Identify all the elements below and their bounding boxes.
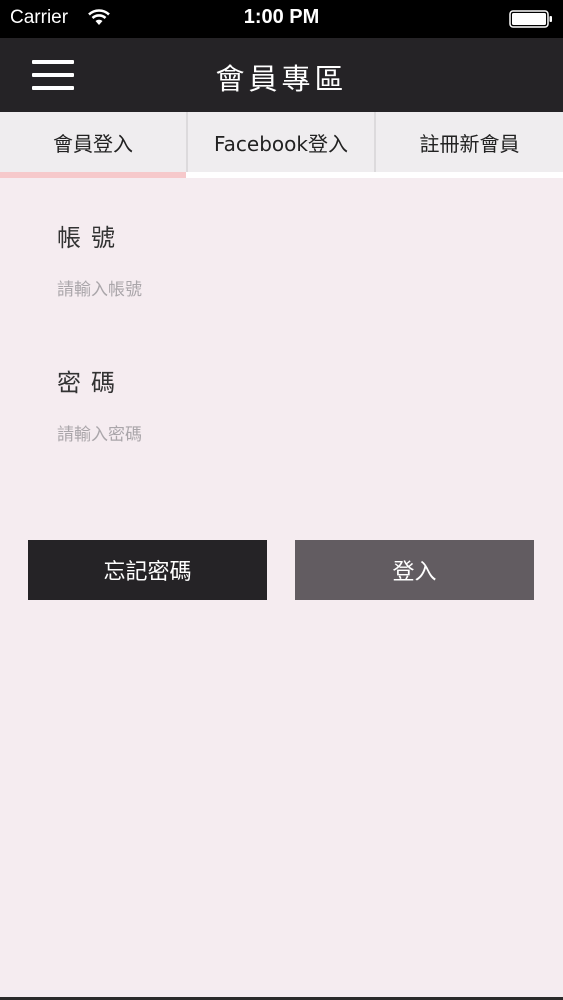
status-time: 1:00 PM (243, 6, 320, 28)
login-button[interactable]: 登入 (295, 540, 534, 600)
tab-facebook-login[interactable]: Facebook登入 (188, 112, 376, 172)
account-input[interactable] (57, 275, 507, 305)
forgot-password-button[interactable]: 忘記密碼 (28, 540, 267, 600)
password-input[interactable] (57, 420, 507, 450)
tab-label: 會員登入 (53, 131, 133, 156)
tab-label: 註冊新會員 (419, 131, 520, 156)
tab-register[interactable]: 註冊新會員 (376, 112, 563, 172)
password-label: 密碼 (57, 369, 125, 397)
tab-label: Facebook登入 (214, 131, 348, 156)
tab-bar: 會員登入 Facebook登入 註冊新會員 (0, 112, 563, 178)
account-label: 帳號 (57, 224, 125, 252)
battery-icon (509, 10, 552, 28)
nav-bar: 會員專區 (0, 38, 563, 112)
page-title: 會員專區 (215, 62, 348, 96)
tab-member-login[interactable]: 會員登入 (0, 112, 188, 178)
status-bar: Carrier 1:00 PM (0, 0, 563, 38)
